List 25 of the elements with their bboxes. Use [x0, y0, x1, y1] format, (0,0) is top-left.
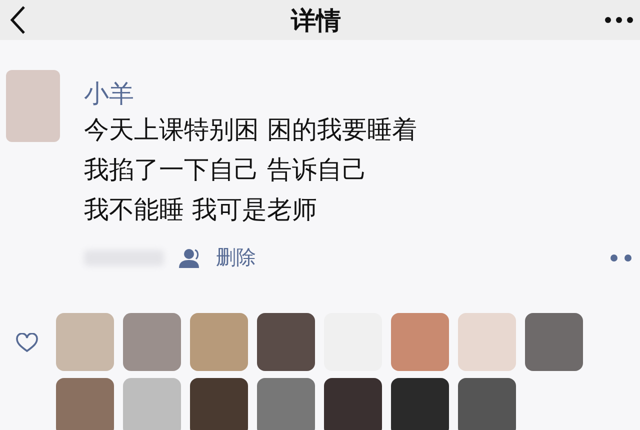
delete-link[interactable]: 删除 — [216, 244, 256, 271]
liker-avatar-placeholder[interactable] — [56, 313, 114, 371]
heart-icon — [16, 333, 38, 353]
post-text: 今天上课特别困 困的我要睡着 — [84, 114, 418, 146]
liker-avatar-placeholder[interactable] — [56, 378, 114, 430]
post-text: 我掐了一下自己 告诉自己 — [84, 154, 368, 186]
liker-avatar-placeholder[interactable] — [190, 313, 248, 371]
liker-avatar-placeholder[interactable] — [123, 313, 181, 371]
liker-avatar-placeholder[interactable] — [525, 313, 583, 371]
post-text: 我不能睡 我可是老师 — [84, 194, 318, 226]
page-title: 详情 — [291, 4, 341, 36]
liker-avatar-placeholder[interactable] — [257, 378, 315, 430]
liker-avatar-placeholder[interactable] — [190, 378, 248, 430]
person-icon — [178, 248, 202, 268]
liker-avatar-placeholder[interactable] — [391, 378, 449, 430]
liker-avatar-placeholder[interactable] — [458, 313, 516, 371]
author-name[interactable]: 小羊 — [84, 78, 640, 110]
liker-avatar-placeholder[interactable] — [257, 313, 315, 371]
comment-menu-icon[interactable] — [610, 252, 634, 262]
liker-avatar-placeholder[interactable] — [391, 313, 449, 371]
avatar-placeholder[interactable] — [6, 70, 60, 142]
liker-avatar-placeholder[interactable] — [123, 378, 181, 430]
liker-avatar-placeholder[interactable] — [324, 378, 382, 430]
liker-avatar-placeholder[interactable] — [458, 378, 516, 430]
more-button[interactable] — [602, 14, 636, 26]
